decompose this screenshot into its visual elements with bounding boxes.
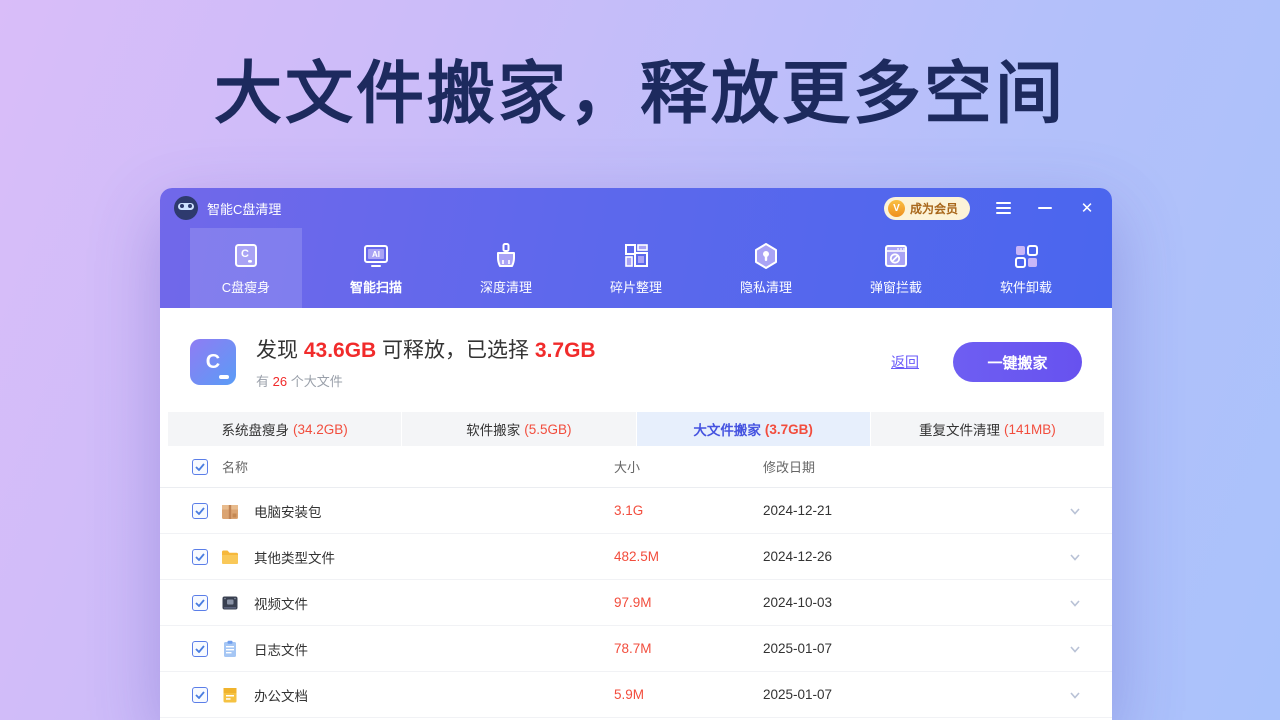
table-row[interactable]: 其他类型文件 482.5M 2024-12-26 [160,534,1112,580]
nav-label: 深度清理 [480,277,532,296]
chevron-down-icon[interactable] [1068,688,1082,702]
chevron-down-icon[interactable] [1068,504,1082,518]
folder-icon [220,547,240,567]
file-date: 2025-01-07 [763,687,1068,702]
file-name: 日志文件 [254,639,614,659]
nav-item-deep-clean[interactable]: 深度清理 [450,228,562,308]
file-date: 2025-01-07 [763,641,1068,656]
log-file-icon [220,639,240,659]
file-name: 其他类型文件 [254,547,614,567]
select-all-checkbox[interactable] [192,459,208,475]
c-disk-icon: C [190,339,236,385]
become-member-button[interactable]: V 成为会员 [884,197,970,220]
package-icon [220,501,240,521]
privacy-key-icon [751,241,781,271]
row-checkbox[interactable] [192,549,208,565]
broom-icon [491,241,521,271]
row-checkbox[interactable] [192,687,208,703]
row-checkbox[interactable] [192,641,208,657]
file-size: 78.7M [614,641,763,656]
summary-section: C 发现 43.6GB 可释放，已选择 3.7GB 有 26 个大文件 返回 一… [160,308,1112,412]
file-date: 2024-12-21 [763,503,1068,518]
app-logo-icon [174,196,198,220]
selected-size: 3.7GB [535,339,596,362]
svg-text:C: C [241,248,249,260]
table-row[interactable]: 日志文件 78.7M 2025-01-07 [160,626,1112,672]
tab-large-file-move[interactable]: 大文件搬家(3.7GB) [637,412,870,446]
file-name: 电脑安装包 [254,501,614,521]
table-row[interactable]: 电脑安装包 3.1G 2024-12-21 [160,488,1112,534]
menu-icon[interactable] [994,199,1012,217]
uninstall-icon [1011,241,1041,271]
file-date: 2024-10-03 [763,595,1068,610]
file-name: 视频文件 [254,593,614,613]
app-window: 智能C盘清理 V 成为会员 ✕ C C盘瘦身 [160,188,1112,720]
found-size: 43.6GB [304,339,376,362]
minimize-icon[interactable] [1036,199,1054,217]
file-count: 26 [273,374,287,389]
ai-scan-icon: AI [361,241,391,271]
row-checkbox[interactable] [192,595,208,611]
hero-headline: 大文件搬家，释放更多空间 [0,38,1280,137]
tab-duplicate-clean[interactable]: 重复文件清理(141MB) [871,412,1104,446]
v-crown-icon: V [888,200,905,217]
file-size: 5.9M [614,687,763,702]
fragments-icon [621,241,651,271]
member-label: 成为会员 [910,200,958,217]
app-header: 智能C盘清理 V 成为会员 ✕ C C盘瘦身 [160,188,1112,308]
table-header: 名称 大小 修改日期 [160,446,1112,488]
col-name: 名称 [222,457,614,476]
file-size: 97.9M [614,595,763,610]
tab-system-slim[interactable]: 系统盘瘦身(34.2GB) [168,412,401,446]
chevron-down-icon[interactable] [1068,642,1082,656]
file-size: 3.1G [614,503,763,518]
nav-label: 软件卸载 [1000,277,1052,296]
chevron-down-icon[interactable] [1068,550,1082,564]
popup-block-icon [881,241,911,271]
nav-label: 弹窗拦截 [870,277,922,296]
nav-label: 智能扫描 [350,277,402,296]
c-drive-slim-icon: C [231,241,261,271]
file-date: 2024-12-26 [763,549,1068,564]
close-icon[interactable]: ✕ [1078,199,1096,217]
tab-software-move[interactable]: 软件搬家(5.5GB) [402,412,635,446]
titlebar: 智能C盘清理 V 成为会员 ✕ [160,188,1112,228]
file-name: 办公文档 [254,685,614,705]
col-date: 修改日期 [763,457,1082,476]
table-row[interactable]: 办公文档 5.9M 2025-01-07 [160,672,1112,718]
nav-item-c-drive-slim[interactable]: C C盘瘦身 [190,228,302,308]
nav-label: 碎片整理 [610,277,662,296]
nav-label: 隐私清理 [740,277,792,296]
svg-text:AI: AI [372,250,380,259]
back-link[interactable]: 返回 [891,352,919,372]
one-click-move-button[interactable]: 一键搬家 [953,342,1082,382]
nav-item-uninstall[interactable]: 软件卸载 [970,228,1082,308]
nav-label: C盘瘦身 [222,277,270,296]
video-file-icon [220,593,240,613]
row-checkbox[interactable] [192,503,208,519]
nav-item-ai-scan[interactable]: AI 智能扫描 [320,228,432,308]
app-title: 智能C盘清理 [207,199,281,218]
chevron-down-icon[interactable] [1068,596,1082,610]
nav-item-popup-block[interactable]: 弹窗拦截 [840,228,952,308]
office-doc-icon [220,685,240,705]
file-size: 482.5M [614,549,763,564]
nav-item-privacy-clean[interactable]: 隐私清理 [710,228,822,308]
nav-item-defrag[interactable]: 碎片整理 [580,228,692,308]
main-nav: C C盘瘦身 AI 智能扫描 [160,228,1112,308]
category-tabs: 系统盘瘦身(34.2GB) 软件搬家(5.5GB) 大文件搬家(3.7GB) 重… [168,412,1104,446]
col-size: 大小 [614,457,763,476]
table-row[interactable]: 视频文件 97.9M 2024-10-03 [160,580,1112,626]
summary-subline: 有 26 个大文件 [256,371,596,390]
summary-headline: 发现 43.6GB 可释放，已选择 3.7GB [256,334,596,364]
